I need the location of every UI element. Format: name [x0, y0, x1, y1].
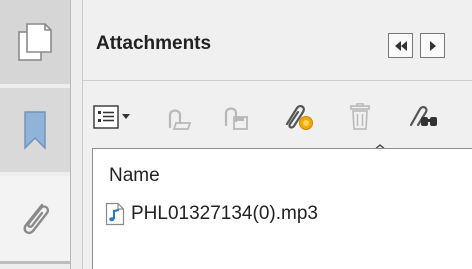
options-menu-icon [93, 105, 130, 129]
collapse-panel-button[interactable] [388, 33, 413, 58]
rewind-icon [394, 40, 407, 51]
options-menu-button[interactable] [93, 101, 137, 133]
add-attachment-button[interactable] [282, 101, 316, 133]
attachments-list[interactable]: Name PHL01327134(0).mp3 [92, 148, 472, 269]
audio-file-icon [105, 202, 125, 226]
save-attachment-button[interactable] [219, 101, 251, 133]
play-icon [429, 40, 436, 51]
search-attachments-icon [409, 106, 437, 127]
attachments-tab[interactable] [0, 176, 70, 264]
expand-panel-button[interactable] [420, 33, 445, 58]
panel-title: Attachments [96, 33, 212, 54]
bookmarks-tab[interactable] [0, 88, 70, 172]
pages-tab[interactable] [0, 0, 70, 84]
search-attachments-button[interactable] [407, 101, 441, 133]
attachments-panel: Attachments Name PHL01327134(0).mp3 [83, 0, 472, 269]
open-attachment-button[interactable] [163, 101, 195, 133]
navigation-strip [0, 0, 82, 269]
strip-divider [70, 0, 71, 269]
delete-attachment-button[interactable] [346, 101, 374, 133]
open-attachment-icon [168, 109, 192, 130]
column-header-name[interactable]: Name [109, 165, 160, 187]
bookmark-icon [24, 111, 46, 150]
save-attachment-icon [224, 107, 248, 130]
add-attachment-icon [285, 105, 313, 130]
file-name: PHL01327134(0).mp3 [131, 203, 318, 224]
trash-icon [350, 103, 370, 130]
list-item[interactable]: PHL01327134(0).mp3 [105, 201, 318, 227]
paperclip-icon [23, 203, 50, 234]
header-separator [83, 80, 472, 81]
pages-icon [18, 23, 52, 61]
